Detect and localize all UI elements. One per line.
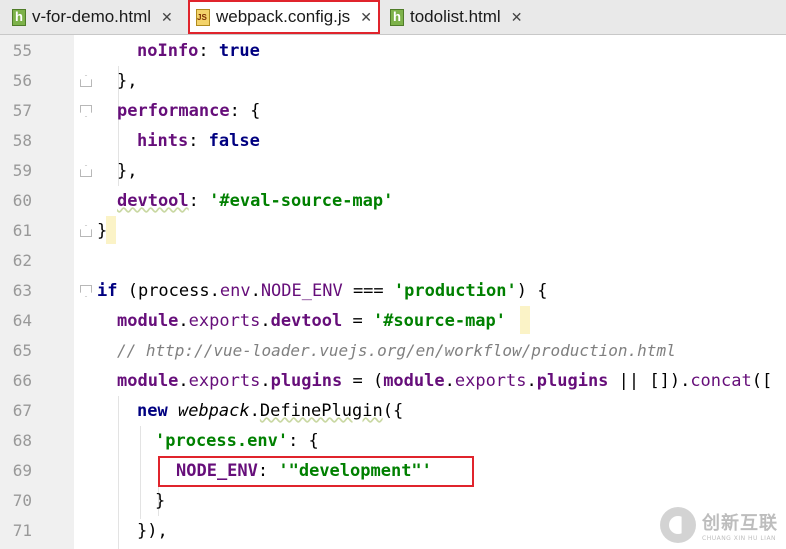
code-text: 'process.env': { bbox=[155, 431, 319, 451]
tab-label: v-for-demo.html bbox=[32, 7, 152, 26]
line-number: 65 bbox=[12, 341, 32, 360]
code-line: 64 module.exports.devtool = '#source-map… bbox=[0, 306, 786, 336]
line-number: 71 bbox=[12, 521, 32, 540]
line-number: 64 bbox=[12, 311, 32, 330]
code-text: } bbox=[97, 221, 108, 241]
tab-v-for-demo[interactable]: v-for-demo.html ✕ bbox=[6, 2, 179, 32]
close-icon[interactable]: ✕ bbox=[360, 9, 372, 26]
tab-todolist[interactable]: todolist.html ✕ bbox=[384, 2, 528, 32]
line-number: 55 bbox=[12, 41, 32, 60]
code-line: 58 hints: false bbox=[0, 126, 786, 156]
line-number: 58 bbox=[12, 131, 32, 150]
line-number: 63 bbox=[12, 281, 32, 300]
line-number: 56 bbox=[12, 71, 32, 90]
watermark-logo: 创新互联 CHUANG XIN HU LIAN bbox=[660, 507, 778, 543]
editor-tab-bar: v-for-demo.html ✕ webpack.config.js ✕ to… bbox=[0, 0, 786, 35]
close-icon[interactable]: ✕ bbox=[161, 9, 173, 26]
code-line: 57 performance: { bbox=[0, 96, 786, 126]
tab-webpack-config[interactable]: webpack.config.js ✕ bbox=[188, 0, 380, 34]
line-number: 59 bbox=[12, 161, 32, 180]
code-line: 67 new webpack.DefinePlugin({ bbox=[0, 396, 786, 426]
tab-label: webpack.config.js bbox=[216, 7, 351, 26]
line-number: 62 bbox=[12, 251, 32, 270]
line-number: 57 bbox=[12, 101, 32, 120]
code-text: }), bbox=[137, 521, 168, 541]
fold-start-icon[interactable] bbox=[80, 285, 92, 297]
code-line: 66 module.exports.plugins = (module.expo… bbox=[0, 366, 786, 396]
line-number: 70 bbox=[12, 491, 32, 510]
code-line: 56 }, bbox=[0, 66, 786, 96]
js-file-icon bbox=[196, 8, 210, 26]
code-text: } bbox=[155, 491, 166, 511]
code-text: if (process.env.NODE_ENV === 'production… bbox=[97, 281, 548, 301]
code-line: 65 // http://vue-loader.vuejs.org/en/wor… bbox=[0, 336, 786, 366]
fold-end-icon[interactable] bbox=[80, 225, 92, 237]
code-line: 59 }, bbox=[0, 156, 786, 186]
code-text: module.exports.devtool = '#source-map' bbox=[117, 311, 507, 331]
html-file-icon bbox=[390, 8, 404, 26]
code-text: }, bbox=[117, 161, 138, 181]
fold-end-icon[interactable] bbox=[80, 75, 92, 87]
brand-logo-icon bbox=[660, 507, 696, 543]
watermark-cn: 创新互联 bbox=[702, 512, 778, 534]
line-number: 66 bbox=[12, 371, 32, 390]
tab-label: todolist.html bbox=[410, 7, 501, 26]
code-text: new webpack.DefinePlugin({ bbox=[137, 401, 404, 421]
line-number: 68 bbox=[12, 431, 32, 450]
fold-start-icon[interactable] bbox=[80, 105, 92, 117]
fold-end-icon[interactable] bbox=[80, 165, 92, 177]
code-text: }, bbox=[117, 71, 138, 91]
line-number: 60 bbox=[12, 191, 32, 210]
code-text: noInfo: true bbox=[137, 41, 260, 61]
line-number: 67 bbox=[12, 401, 32, 420]
code-comment: // http://vue-loader.vuejs.org/en/workfl… bbox=[117, 341, 676, 360]
highlight-annotation-box bbox=[158, 456, 474, 487]
line-number: 61 bbox=[12, 221, 32, 240]
code-text: module.exports.plugins = (module.exports… bbox=[117, 371, 773, 391]
code-line: 68 'process.env': { bbox=[0, 426, 786, 456]
code-text: devtool: '#eval-source-map' bbox=[117, 191, 394, 211]
code-line: 55 noInfo: true bbox=[0, 36, 786, 66]
code-text: performance: { bbox=[117, 101, 261, 121]
code-line: 62 bbox=[0, 246, 786, 276]
line-number: 69 bbox=[12, 461, 32, 480]
watermark-en: CHUANG XIN HU LIAN bbox=[702, 534, 777, 542]
code-line: 61 } bbox=[0, 216, 786, 246]
code-line: 60 devtool: '#eval-source-map' bbox=[0, 186, 786, 216]
close-icon[interactable]: ✕ bbox=[511, 9, 523, 26]
html-file-icon bbox=[12, 8, 26, 26]
code-line: 63 if (process.env.NODE_ENV === 'product… bbox=[0, 276, 786, 306]
code-text: hints: false bbox=[137, 131, 260, 151]
